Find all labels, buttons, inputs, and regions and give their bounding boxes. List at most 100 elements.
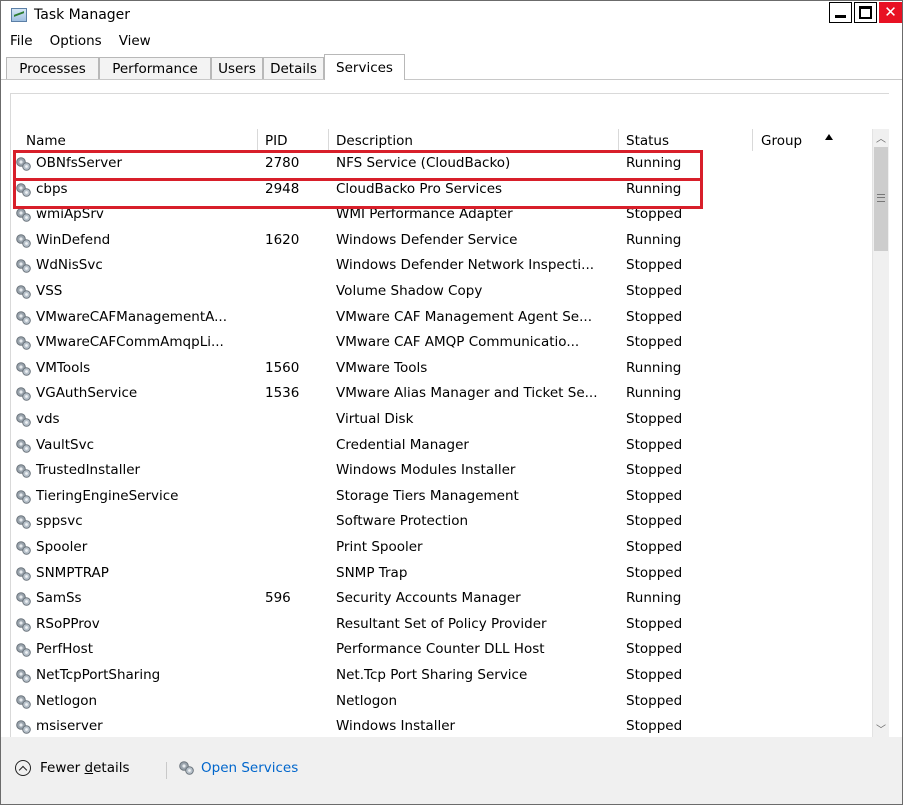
service-name: NetTcpPortSharing [36, 667, 161, 683]
service-row[interactable]: vds Virtual Disk Stopped [11, 407, 889, 432]
service-row[interactable]: OBNfsServer 2780 NFS Service (CloudBacko) R… [11, 151, 889, 176]
service-row[interactable]: Spooler Print Spooler Stopped [11, 535, 889, 560]
service-status: Running [626, 180, 682, 197]
fewer-details-label: Fewer details [40, 760, 130, 776]
service-description: Volume Shadow Copy [336, 283, 483, 299]
service-row[interactable]: SamSs 596 Security Accounts Manager Running [11, 586, 889, 611]
service-name: VMTools [36, 359, 91, 376]
window-controls: ✕ [827, 2, 902, 23]
highlight-divider [13, 178, 703, 181]
service-row[interactable]: sppsvc Software Protection Stopped [11, 509, 889, 534]
menu-options[interactable]: Options [41, 33, 110, 49]
column-header-description[interactable]: Description [336, 133, 413, 149]
service-name: OBNfsServer [36, 155, 123, 171]
column-separator[interactable] [752, 129, 753, 151]
service-pid: 1536 [265, 385, 300, 402]
service-description: Security Accounts Manager [336, 590, 521, 607]
column-header-name[interactable]: Name [26, 133, 66, 149]
service-gear-icon [16, 361, 31, 376]
service-row[interactable]: VMwareCAFCommAmqpLi... VMware CAF AMQP Co… [11, 330, 889, 355]
service-status: Stopped [626, 641, 683, 658]
column-separator[interactable] [257, 129, 258, 151]
scroll-down-icon[interactable]: ﹀ [873, 720, 889, 737]
service-row[interactable]: msiserver Windows Installer Stopped [11, 714, 889, 739]
service-row[interactable]: TrustedInstaller Windows Modules Installe… [11, 458, 889, 483]
tab-services[interactable]: Services [324, 54, 405, 80]
service-description: NFS Service (CloudBacko) [336, 155, 511, 171]
service-description: Print Spooler [336, 539, 423, 555]
service-row[interactable]: SNMPTRAP SNMP Trap Stopped [11, 561, 889, 586]
service-status: Stopped [626, 667, 683, 683]
service-gear-icon [16, 438, 31, 453]
services-panel: Name PID Description Status Group OBNfsS… [10, 93, 889, 739]
service-row[interactable]: NetTcpPortSharing Net.Tcp Port Sharing Se… [11, 663, 889, 688]
service-pid: 2948 [265, 180, 300, 197]
service-description: SNMP Trap [336, 564, 408, 581]
service-row[interactable]: VaultSvc Credential Manager Stopped [11, 433, 889, 458]
column-separator[interactable] [618, 129, 619, 151]
tab-performance[interactable]: Performance [99, 57, 211, 79]
menu-bar: File Options View [1, 28, 902, 53]
service-row[interactable]: PerfHost Performance Counter DLL Host Stop… [11, 637, 889, 662]
service-row[interactable]: WdNisSvc Windows Defender Network Inspect… [11, 253, 889, 278]
service-description: Storage Tiers Management [336, 487, 519, 504]
service-gear-icon [16, 464, 31, 478]
service-row[interactable]: wmiApSrv WMI Performance Adapter Stopped [11, 202, 889, 227]
service-status: Stopped [626, 692, 683, 709]
service-status: Stopped [626, 257, 683, 274]
service-row[interactable]: VSS Volume Shadow Copy Stopped [11, 279, 889, 304]
service-row[interactable]: Netlogon Netlogon Stopped [11, 689, 889, 714]
maximize-button[interactable] [854, 2, 877, 23]
service-description: VMware Alias Manager and Ticket Se... [336, 385, 598, 402]
service-pid: 596 [265, 590, 291, 607]
service-pid: 1620 [265, 231, 300, 248]
tab-details[interactable]: Details [263, 57, 324, 79]
service-name: PerfHost [36, 641, 94, 658]
service-name: TieringEngineService [36, 487, 179, 504]
service-description: Software Protection [336, 513, 469, 530]
column-header-pid[interactable]: PID [265, 133, 288, 149]
service-row[interactable]: TieringEngineService Storage Tiers Manage… [11, 484, 889, 509]
grip-icon [877, 194, 885, 202]
tab-users[interactable]: Users [211, 57, 263, 79]
scroll-up-icon[interactable]: ︿ [873, 129, 889, 146]
tab-processes[interactable]: Processes [6, 57, 99, 79]
service-description: Windows Modules Installer [336, 462, 516, 479]
title-bar[interactable]: Task Manager ✕ [1, 1, 902, 28]
service-description: Resultant Set of Policy Provider [336, 615, 547, 632]
fewer-details-button[interactable]: Fewer details [15, 760, 130, 776]
service-name: wmiApSrv [36, 206, 104, 223]
service-gear-icon [16, 566, 31, 581]
service-gear-icon [16, 694, 31, 709]
service-row[interactable]: VMTools 1560 VMware Tools Running [11, 356, 889, 381]
close-button[interactable]: ✕ [879, 2, 902, 23]
scrollbar-thumb[interactable] [874, 147, 888, 251]
service-name: VaultSvc [36, 436, 95, 453]
menu-file[interactable]: File [1, 33, 41, 49]
service-gear-icon [16, 336, 31, 350]
column-separator[interactable] [328, 129, 329, 151]
minimize-button[interactable] [829, 2, 852, 23]
service-row[interactable]: VGAuthService 1536 VMware Alias Manager an… [11, 381, 889, 406]
service-name: Netlogon [36, 692, 98, 709]
service-gear-icon [16, 541, 31, 555]
service-row[interactable]: RSoPProv Resultant Set of Policy Provider… [11, 612, 889, 637]
service-status: Stopped [626, 615, 683, 632]
service-gear-icon [16, 489, 31, 504]
vertical-scrollbar[interactable]: ︿ ﹀ [872, 129, 889, 737]
column-header-group[interactable]: Group [761, 133, 802, 149]
services-gear-icon [179, 761, 194, 775]
service-row[interactable]: VMwareCAFManagementA... VMware CAF Manage… [11, 305, 889, 330]
service-status: Stopped [626, 283, 683, 299]
service-description: WMI Performance Adapter [336, 206, 513, 223]
column-header-status[interactable]: Status [626, 133, 669, 149]
service-description: Virtual Disk [336, 411, 414, 427]
task-manager-window: Task Manager ✕ File Options View Process… [0, 0, 903, 805]
open-services-link[interactable]: Open Services [178, 759, 298, 776]
service-description: VMware CAF Management Agent Se... [336, 308, 592, 325]
menu-view[interactable]: View [110, 33, 159, 49]
service-row[interactable]: WinDefend 1620 Windows Defender Service Run… [11, 228, 889, 253]
service-status: Stopped [626, 411, 683, 427]
service-name: VSS [36, 283, 63, 299]
service-name: cbps [36, 180, 68, 197]
